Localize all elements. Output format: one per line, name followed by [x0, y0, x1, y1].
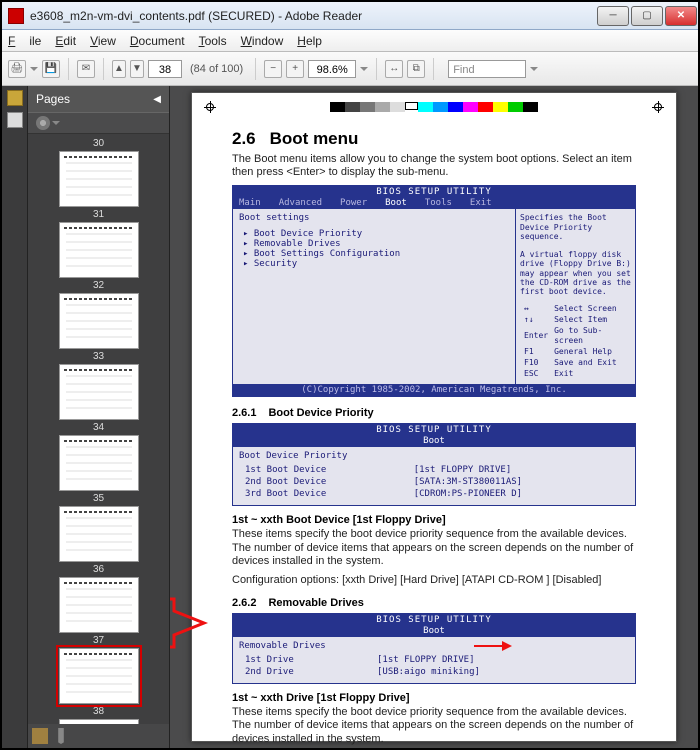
pages-pane: Pages ◀ 30313233343536373839 [28, 86, 170, 748]
page-up-button[interactable]: ▲ [112, 60, 126, 78]
annotation-underline-arrow [474, 639, 510, 653]
menu-window[interactable]: Window [241, 34, 284, 48]
thumb-label: 37 [93, 635, 104, 646]
subsection-heading: 2.6.2Removable Drives [232, 597, 636, 609]
titlebar: e3608_m2n-vm-dvi_contents.pdf (SECURED) … [2, 2, 698, 30]
thumb-35[interactable] [59, 506, 139, 562]
page: 2.6Boot menu The Boot menu items allow y… [191, 92, 677, 742]
gear-dd[interactable] [52, 121, 60, 129]
save-button[interactable]: 💾 [42, 60, 60, 78]
print-dd[interactable] [30, 67, 38, 75]
maximize-button[interactable]: ▢ [631, 6, 663, 26]
subsection-heading: 2.6.1Boot Device Priority [232, 407, 636, 419]
find-dd[interactable] [530, 67, 538, 75]
close-button[interactable]: ✕ [665, 6, 697, 26]
thumb-label: 32 [93, 280, 104, 291]
section-heading: 2.6Boot menu [232, 129, 636, 149]
thumb-30[interactable] [59, 151, 139, 207]
print-button[interactable]: 🖨 [8, 60, 26, 78]
annotation-arrow [170, 599, 206, 647]
app-icon [8, 8, 24, 24]
thumb-label: 31 [93, 209, 104, 220]
page-down-button[interactable]: ▼ [130, 60, 144, 78]
bottom-rail [28, 724, 169, 748]
gear-icon[interactable] [36, 116, 50, 130]
zoom-dd[interactable] [360, 67, 368, 75]
menu-file[interactable]: File [8, 34, 41, 48]
thumb-34[interactable] [59, 435, 139, 491]
bios-priority-box: BIOS SETUP UTILITY Boot Boot Device Prio… [232, 423, 636, 506]
thumb-37[interactable] [59, 648, 139, 704]
menu-edit[interactable]: Edit [55, 34, 76, 48]
menu-document[interactable]: Document [130, 34, 185, 48]
zoom-in-button[interactable]: + [286, 60, 304, 78]
email-button[interactable]: ✉ [77, 60, 95, 78]
thumb-label: 30 [93, 138, 104, 149]
document-view[interactable]: 2.6Boot menu The Boot menu items allow y… [170, 86, 698, 748]
thumb-label: 34 [93, 422, 104, 433]
toolbar: 🖨 💾 ✉ ▲ ▼ 38 (84 of 100) − + 98.6% ↔ ⧉ F… [2, 52, 698, 86]
pages-icon[interactable] [7, 112, 23, 128]
thumb-label: 35 [93, 493, 104, 504]
thumb-31[interactable] [59, 222, 139, 278]
zoom-value[interactable]: 98.6% [308, 60, 356, 78]
intro-text: The Boot menu items allow you to change … [232, 153, 636, 179]
page-total: (84 of 100) [190, 63, 243, 75]
attach-icon[interactable] [54, 728, 68, 744]
thumb-38[interactable] [59, 719, 139, 724]
bios-removable-box: BIOS SETUP UTILITY Boot Removable Drives… [232, 613, 636, 684]
menu-tools[interactable]: Tools [199, 34, 227, 48]
lock-icon[interactable] [7, 90, 23, 106]
registration-mark [204, 101, 216, 113]
page-number-input[interactable]: 38 [148, 60, 182, 78]
fit-width-button[interactable]: ↔ [385, 60, 403, 78]
item-heading: 1st ~ xxth Boot Device [1st Floppy Drive… [232, 514, 636, 526]
left-rail [2, 86, 28, 748]
minimize-button[interactable]: ─ [597, 6, 629, 26]
zoom-out-button[interactable]: − [264, 60, 282, 78]
thumb-label: 38 [93, 706, 104, 717]
menubar: File Edit View Document Tools Window Hel… [2, 30, 698, 52]
pane-collapse-icon[interactable]: ◀ [153, 94, 161, 105]
pane-title: Pages [36, 92, 70, 106]
bios-screenshot: BIOS SETUP UTILITY MainAdvancedPowerBoot… [232, 185, 636, 397]
thumb-label: 33 [93, 351, 104, 362]
menu-help[interactable]: Help [297, 34, 322, 48]
window-title: e3608_m2n-vm-dvi_contents.pdf (SECURED) … [30, 9, 596, 23]
color-bars [330, 102, 538, 112]
fit-page-button[interactable]: ⧉ [407, 60, 425, 78]
registration-mark [652, 101, 664, 113]
thumb-label: 36 [93, 564, 104, 575]
menu-view[interactable]: View [90, 34, 116, 48]
find-input[interactable]: Find [448, 60, 526, 78]
thumb-33[interactable] [59, 364, 139, 420]
thumb-32[interactable] [59, 293, 139, 349]
comments-icon[interactable] [32, 728, 48, 744]
thumb-36[interactable] [59, 577, 139, 633]
